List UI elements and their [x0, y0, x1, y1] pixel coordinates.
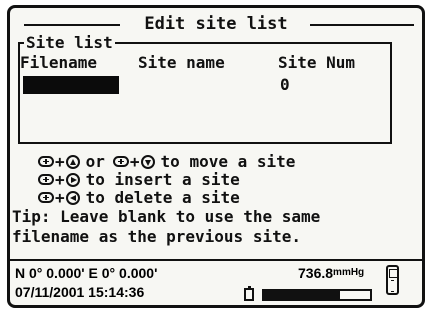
enter-key-icon [38, 174, 54, 185]
column-header-site-num: Site Num [278, 53, 356, 72]
help-insert-text: to insert a site [85, 170, 240, 189]
help-delete-text: to delete a site [85, 188, 240, 207]
pressure-unit: mmHg [333, 267, 365, 278]
battery-icon [244, 286, 254, 301]
date-time: 07/11/2001 15:14:36 [15, 284, 145, 300]
help-delete-site: + to delete a site [38, 189, 240, 206]
help-move-site: + or + to move a site [38, 153, 295, 170]
enter-key-icon [38, 156, 54, 167]
site-num-value: 0 [280, 75, 290, 94]
battery-level-fill [264, 291, 341, 299]
dialog-title: Edit site list [141, 14, 291, 34]
arrow-left-icon [65, 190, 80, 205]
tip-line-2: filename as the previous site. [12, 227, 301, 246]
dialog-title-row: Edit site list [10, 14, 422, 34]
battery-level-bar [262, 289, 372, 301]
tip-line-1: Tip: Leave blank to use the same [12, 207, 321, 226]
barometer-readout: 736.8mmHg [298, 265, 364, 281]
help-move-text: to move a site [160, 152, 296, 171]
help-insert-site: + to insert a site [38, 171, 240, 188]
enter-key-icon [112, 156, 129, 167]
handheld-device-icon [386, 265, 399, 295]
site-list-legend: Site list [24, 33, 115, 52]
arrow-down-icon [140, 154, 155, 169]
column-header-filename: Filename [20, 53, 98, 72]
gps-readout: N 0° 0.000' E 0° 0.000' [15, 265, 158, 281]
arrow-right-icon [65, 172, 80, 187]
device-screen: Edit site list Site list Filename Site n… [7, 5, 425, 308]
filename-input-cursor[interactable] [23, 76, 119, 94]
pressure-value: 736.8 [298, 265, 334, 281]
help-move-or: or [85, 152, 105, 171]
column-header-site-name: Site name [138, 53, 225, 72]
arrow-up-icon [65, 154, 80, 169]
enter-key-icon [38, 192, 54, 203]
